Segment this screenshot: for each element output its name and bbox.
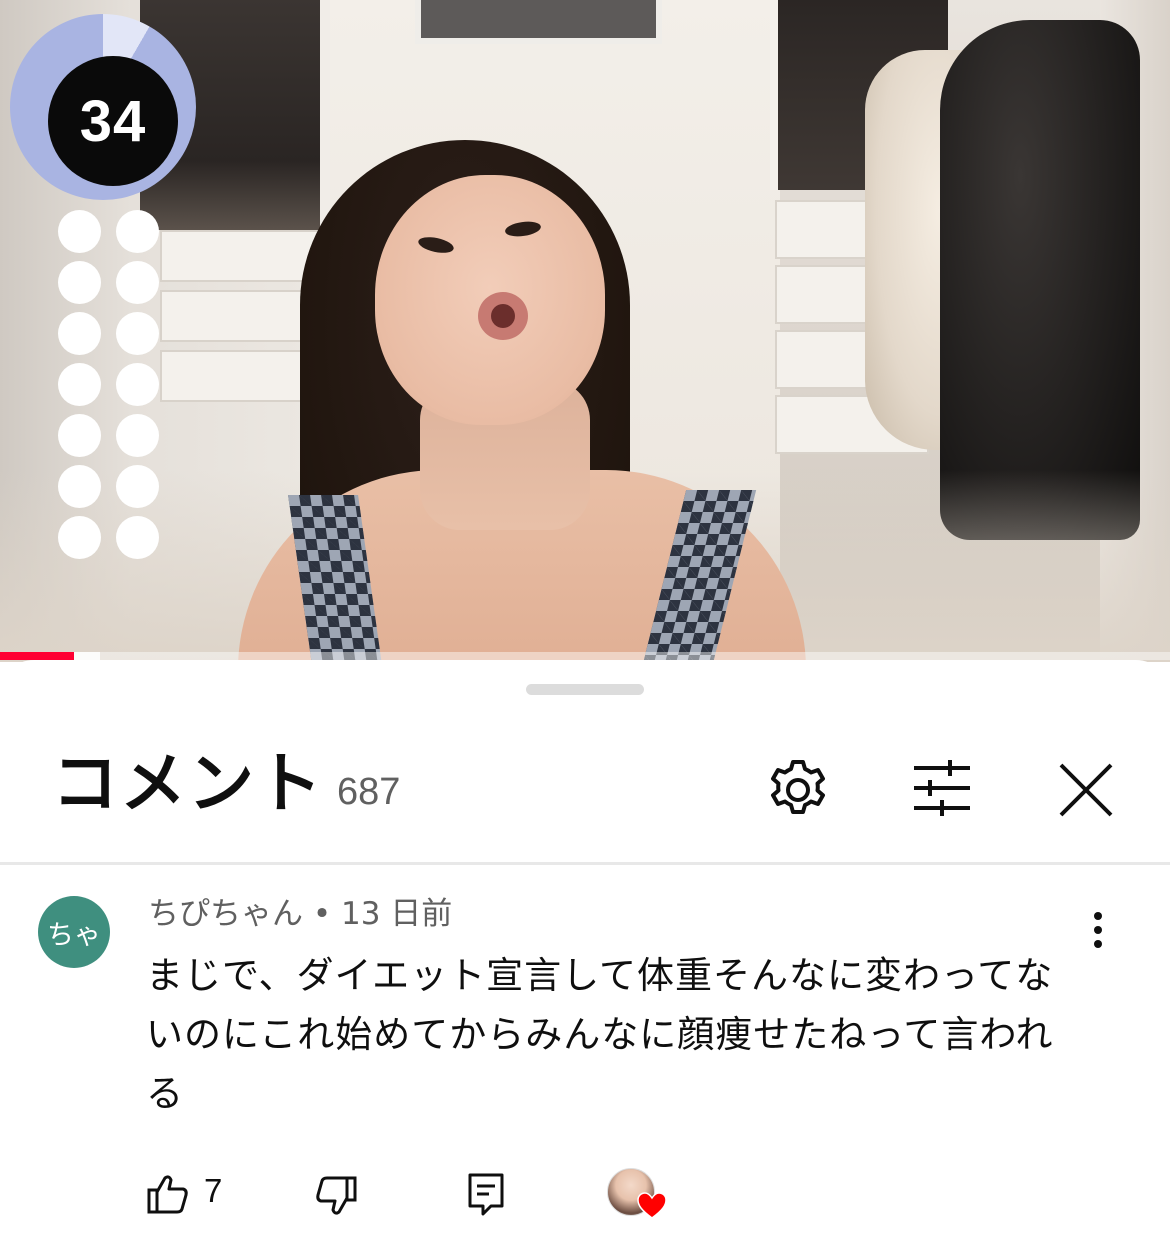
countdown-number: 34 bbox=[48, 56, 178, 186]
comments-count: 687 bbox=[337, 771, 401, 813]
rep-dot bbox=[116, 516, 159, 559]
comment-meta: ちぴちゃん • 13 日前 bbox=[148, 894, 452, 934]
rep-dot bbox=[58, 363, 101, 406]
comments-sheet: コメント 687 ちゃ ちぴちゃん • 13 日前 まじで、ダイエット宣言して体… bbox=[0, 660, 1170, 1242]
rep-dot bbox=[116, 210, 159, 253]
thumb-down-icon[interactable] bbox=[315, 1176, 357, 1216]
rep-dot bbox=[58, 312, 101, 355]
comment-text: まじで、ダイエット宣言して体重そんなに変わってないのにこれ始めてからみんなに顔痩… bbox=[146, 954, 1054, 1115]
comment-author[interactable]: ちぴちゃん bbox=[148, 896, 303, 932]
thumb-up-icon[interactable] bbox=[147, 1174, 189, 1214]
rep-dot bbox=[58, 465, 101, 508]
countdown-ring: 34 bbox=[10, 14, 196, 200]
like-count: 7 bbox=[204, 1172, 223, 1209]
header-divider bbox=[0, 862, 1170, 865]
rep-dot bbox=[58, 414, 101, 457]
close-icon[interactable] bbox=[1058, 762, 1114, 818]
background-coat bbox=[940, 20, 1140, 540]
reply-icon[interactable] bbox=[467, 1172, 505, 1216]
comment-avatar[interactable]: ちゃ bbox=[38, 896, 110, 968]
rep-dot bbox=[58, 261, 101, 304]
filter-sliders-icon[interactable] bbox=[912, 760, 972, 816]
video-player[interactable]: 34 bbox=[0, 0, 1170, 662]
background-frame bbox=[415, 0, 662, 44]
comment-actions: 7 bbox=[0, 1160, 1170, 1230]
meta-separator: • bbox=[312, 896, 341, 932]
rep-dot bbox=[116, 414, 159, 457]
creator-heart-icon bbox=[637, 1192, 667, 1219]
rep-dot bbox=[58, 516, 101, 559]
more-vert-icon[interactable] bbox=[1088, 910, 1108, 950]
rep-dot bbox=[116, 465, 159, 508]
progress-bar[interactable] bbox=[0, 652, 1170, 660]
rep-dot bbox=[116, 363, 159, 406]
background-drawer bbox=[160, 230, 324, 282]
rep-dot bbox=[58, 210, 101, 253]
person-mouth bbox=[478, 292, 528, 340]
rep-dot bbox=[116, 312, 159, 355]
rep-dot bbox=[116, 261, 159, 304]
drag-handle[interactable] bbox=[526, 684, 644, 695]
comments-title: コメント bbox=[52, 745, 324, 822]
comment-time: 13 日前 bbox=[341, 896, 453, 932]
settings-gear-icon[interactable] bbox=[766, 756, 830, 820]
progress-played bbox=[0, 652, 74, 660]
